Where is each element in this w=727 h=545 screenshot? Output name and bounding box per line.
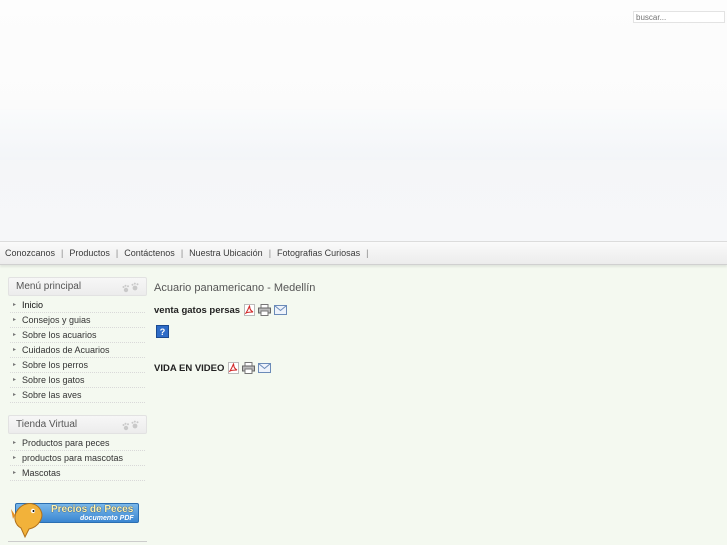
store-menu-title: Tienda Virtual (16, 419, 78, 430)
menu-item-acuarios[interactable]: ▸ Sobre los acuarios (10, 328, 145, 343)
menu-item-inicio[interactable]: ▸ Inicio (10, 298, 145, 313)
article-title[interactable]: venta gatos persas (154, 305, 240, 316)
menu-item-perros[interactable]: ▸ Sobre los perros (10, 358, 145, 373)
main-menu-title: Menú principal (16, 281, 82, 292)
help-icon[interactable]: ? (156, 325, 169, 338)
nav-item-productos[interactable]: Productos | (68, 248, 123, 258)
arrow-right-icon: ▸ (13, 455, 17, 461)
nav-link[interactable]: Fotografias Curiosas (276, 248, 361, 258)
article-row: venta gatos persas (154, 303, 714, 317)
nav-separator: | (180, 248, 184, 258)
nav-link[interactable]: Conozcanos (4, 248, 56, 258)
nav-item-ubicacion[interactable]: Nuestra Ubicación | (188, 248, 276, 258)
fish-icon (11, 503, 43, 539)
main-menu-list: ▸ Inicio ▸ Consejos y guias ▸ Sobre los acu… (8, 298, 147, 403)
svg-text:?: ? (160, 327, 166, 337)
menu-item-aves[interactable]: ▸ Sobre las aves (10, 388, 145, 403)
menu-item-label: productos para mascotas (22, 453, 124, 463)
main-menu-header: Menú principal (8, 277, 147, 296)
menu-item-label: Sobre las aves (22, 390, 82, 400)
menu-item-cuidados[interactable]: ▸ Cuidados de Acuarios (10, 343, 145, 358)
arrow-right-icon: ▸ (13, 440, 17, 446)
menu-item-gatos[interactable]: ▸ Sobre los gatos (10, 373, 145, 388)
nav-separator: | (366, 248, 369, 258)
sidebar: Menú principal ▸ Inicio ▸ Consejos y guias… (8, 277, 147, 539)
menu-item-label: Consejos y guias (22, 315, 91, 325)
nav-link[interactable]: Contáctenos (123, 248, 176, 258)
email-icon[interactable] (258, 363, 272, 373)
arrow-right-icon: ▸ (13, 470, 17, 476)
menu-item-productos-mascotas[interactable]: ▸ productos para mascotas (10, 451, 145, 466)
pdf-icon[interactable] (228, 362, 240, 374)
menu-item-label: Sobre los acuarios (22, 330, 97, 340)
banner-subtitle: documento PDF (80, 515, 134, 522)
article-title[interactable]: VIDA EN VIDEO (154, 363, 224, 374)
nav-separator: | (268, 248, 272, 258)
header-band (0, 110, 727, 160)
email-icon[interactable] (274, 305, 288, 315)
nav-separator: | (61, 248, 64, 258)
menu-item-label: Mascotas (22, 468, 61, 478)
article-row: VIDA EN VIDEO (154, 361, 714, 375)
pdf-icon[interactable] (244, 304, 256, 316)
precios-peces-banner[interactable]: Precios de Peces documento PDF (11, 497, 141, 539)
menu-item-label: Sobre los gatos (22, 375, 85, 385)
nav-item-fotografias[interactable]: Fotografias Curiosas | (276, 248, 373, 258)
nav-link[interactable]: Productos (68, 248, 111, 258)
menu-item-label: Inicio (22, 300, 44, 310)
arrow-right-icon: ▸ (13, 392, 17, 398)
arrow-right-icon: ▸ (13, 332, 17, 338)
arrow-right-icon: ▸ (13, 377, 17, 383)
site-header (0, 0, 727, 241)
menu-item-label: Sobre los perros (22, 360, 89, 370)
arrow-right-icon: ▸ (13, 362, 17, 368)
menu-item-consejos[interactable]: ▸ Consejos y guias (10, 313, 145, 328)
menu-item-label: Cuidados de Acuarios (22, 345, 110, 355)
nav-separator: | (115, 248, 119, 258)
paw-icon (122, 420, 139, 431)
banner-title: Precios de Peces (51, 504, 134, 515)
page-title: Acuario panamericano - Medellín (154, 282, 316, 294)
search-input[interactable] (633, 11, 725, 23)
menu-item-mascotas[interactable]: ▸ Mascotas (10, 466, 145, 481)
sidebar-divider (8, 541, 147, 542)
print-icon[interactable] (258, 304, 272, 316)
nav-link[interactable]: Nuestra Ubicación (188, 248, 264, 258)
nav-item-contactenos[interactable]: Contáctenos | (123, 248, 188, 258)
menu-item-productos-peces[interactable]: ▸ Productos para peces (10, 436, 145, 451)
main-content: Acuario panamericano - Medellín venta ga… (154, 281, 714, 375)
store-menu-list: ▸ Productos para peces ▸ productos para ma… (8, 436, 147, 481)
nav-item-conozcanos[interactable]: Conozcanos | (4, 248, 68, 258)
paw-icon (122, 282, 139, 293)
arrow-right-icon: ▸ (13, 302, 17, 308)
top-navigation: Conozcanos | Productos | Contáctenos | Nues… (0, 241, 727, 265)
arrow-right-icon: ▸ (13, 317, 17, 323)
menu-item-label: Productos para peces (22, 438, 110, 448)
store-menu-header: Tienda Virtual (8, 415, 147, 434)
arrow-right-icon: ▸ (13, 347, 17, 353)
print-icon[interactable] (242, 362, 256, 374)
